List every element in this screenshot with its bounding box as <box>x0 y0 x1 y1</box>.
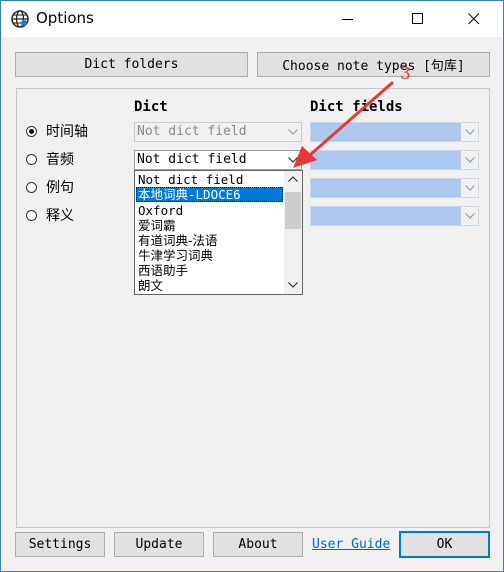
dict-folders-button[interactable]: Dict folders <box>15 52 248 77</box>
chevron-down-icon[interactable] <box>284 151 301 169</box>
close-icon <box>468 13 480 25</box>
dict-dropdown-list[interactable]: Not dict field 本地词典-LDOCE6 Oxford 爱词霸 有道… <box>134 170 303 295</box>
radio-example[interactable]: 例句 <box>26 177 74 197</box>
minimize-button[interactable] <box>325 1 371 37</box>
minimize-icon <box>342 19 353 20</box>
select-value: Not dict field <box>137 124 247 139</box>
dropdown-option[interactable]: Not dict field <box>136 172 283 187</box>
maximize-icon <box>412 13 423 24</box>
window-title: Options <box>36 9 94 27</box>
radio-label: 释义 <box>46 208 74 224</box>
title-bar[interactable]: Options <box>1 1 503 37</box>
radio-timeline[interactable]: 时间轴 <box>26 121 88 141</box>
choose-note-types-button[interactable]: Choose note types [句库] <box>257 52 490 77</box>
dropdown-option-selected[interactable]: 本地词典-LDOCE6 <box>136 187 283 202</box>
close-button[interactable] <box>451 1 497 37</box>
radio-button[interactable] <box>26 181 37 193</box>
dropdown-option[interactable]: 西语助手 <box>136 263 283 278</box>
scroll-down-button[interactable] <box>284 277 302 294</box>
maximize-button[interactable] <box>395 1 441 37</box>
chevron-down-icon <box>461 151 478 169</box>
chevron-down-icon <box>288 282 298 288</box>
chevron-up-icon <box>288 176 298 182</box>
chevron-down-icon <box>461 179 478 197</box>
radio-audio[interactable]: 音频 <box>26 149 74 169</box>
radio-button[interactable] <box>26 209 37 221</box>
dict-fields-column-header: Dict fields <box>310 99 403 115</box>
radio-label: 音频 <box>46 152 74 168</box>
about-button[interactable]: About <box>213 532 303 557</box>
radio-label: 时间轴 <box>46 124 88 140</box>
annotation-number: 3 <box>400 64 411 84</box>
dict-column-header: Dict <box>134 99 168 115</box>
scroll-thumb[interactable] <box>285 192 301 229</box>
dict-select-timeline: Not dict field <box>134 122 302 142</box>
field-select-timeline[interactable] <box>310 122 479 142</box>
dropdown-option[interactable]: 有道词典-法语 <box>136 233 283 248</box>
select-value: Not dict field <box>137 152 247 167</box>
dropdown-option[interactable]: 朗文 <box>136 278 283 293</box>
chevron-down-icon <box>284 123 301 141</box>
ok-button[interactable]: OK <box>399 531 490 558</box>
radio-button[interactable] <box>26 153 37 165</box>
radio-definition[interactable]: 释义 <box>26 205 74 225</box>
user-guide-link[interactable]: User Guide <box>312 537 390 552</box>
update-button[interactable]: Update <box>114 532 204 557</box>
dict-select-audio[interactable]: Not dict field <box>134 150 302 170</box>
field-select-definition[interactable] <box>310 206 479 226</box>
globe-icon <box>10 9 30 29</box>
dropdown-scrollbar[interactable] <box>284 171 302 294</box>
chevron-down-icon <box>461 123 478 141</box>
dropdown-option[interactable]: Oxford <box>136 203 283 218</box>
dropdown-option[interactable]: 牛津学习词典 <box>136 248 283 263</box>
scroll-up-button[interactable] <box>284 171 302 188</box>
radio-button[interactable] <box>26 125 37 137</box>
settings-button[interactable]: Settings <box>15 532 105 557</box>
radio-label: 例句 <box>46 180 74 196</box>
field-select-audio[interactable] <box>310 150 479 170</box>
chevron-down-icon <box>461 207 478 225</box>
options-window: Options Dict folders Choose note types [… <box>0 0 504 572</box>
field-select-example[interactable] <box>310 178 479 198</box>
dropdown-option[interactable]: 爱词霸 <box>136 218 283 233</box>
